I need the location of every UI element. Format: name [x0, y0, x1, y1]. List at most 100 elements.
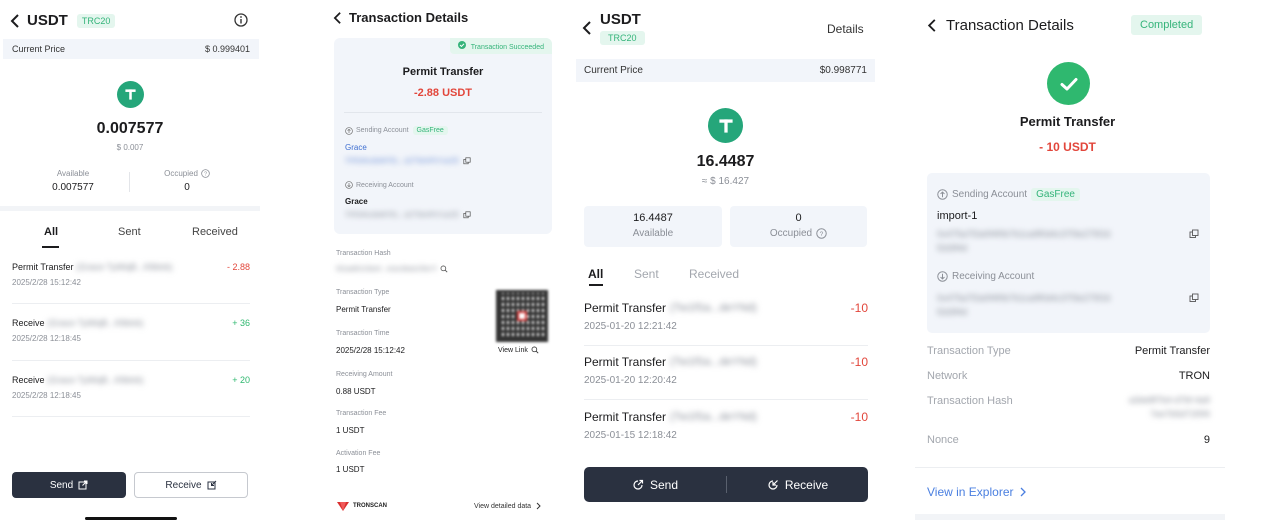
token-balance-usd: ≈ $ 16.427 [701, 176, 750, 187]
tx-title: Permit Transfer [584, 301, 667, 315]
copy-icon[interactable] [463, 211, 471, 219]
sender-address: TPEWfu3bMf7EL...bZT5kHPh7ueZE [345, 157, 471, 165]
tx-date: 2025-01-20 12:20:42 [584, 375, 677, 386]
back-icon[interactable] [582, 20, 592, 36]
copy-icon[interactable] [1189, 293, 1199, 303]
fee-value: 1 USDT [336, 426, 365, 435]
info-icon[interactable] [234, 13, 248, 27]
receiver-address: TPEWfu3bMf7EL...bZT5kHPh7ueZE [345, 211, 471, 219]
send-icon [78, 480, 88, 490]
receive-label: Receive [165, 479, 202, 491]
accounts-card: Sending Account GasFree import-1 0x475a7… [927, 173, 1210, 333]
tx-party: (Tw1fSa...deYNd) [670, 302, 757, 314]
transaction-row[interactable]: Permit Transfer (Grace TpWqB...K8dvb) 20… [12, 262, 250, 302]
receive-button[interactable]: Receive [727, 467, 868, 502]
hash-value-line2[interactable]: 7ee7b5d71f0f4 [1150, 409, 1210, 419]
hash-value: 9f2ad8f103b4f...4cbc9bde2f9e7f [336, 265, 448, 273]
tx-amount: - 10 USDT [1039, 140, 1096, 154]
header: Transaction Details [927, 17, 1074, 34]
receive-icon [768, 479, 778, 490]
sender-name: import-1 [937, 210, 978, 222]
tx-amount: + 36 [232, 318, 250, 328]
available-label: Available [632, 228, 674, 239]
back-icon[interactable] [333, 11, 342, 25]
tronscan-logo[interactable]: TRONSCAN [336, 500, 387, 512]
tx-date: 2025-01-15 12:18:42 [584, 430, 677, 441]
details-link[interactable]: Details [827, 22, 864, 36]
current-price-bar: Current Price $0.998771 [576, 59, 875, 82]
page-title: Transaction Details [349, 10, 469, 25]
tx-date: 2025/2/28 12:18:45 [12, 334, 81, 343]
available-card: 16.4487 Available [584, 206, 722, 247]
transaction-row[interactable]: Receive (Grace TpWqB...K8dvb) 2025/2/28 … [12, 318, 250, 358]
transaction-details-screen-1: Transaction Details Transaction Succeede… [325, 0, 559, 530]
label: Receiving Account [952, 271, 1035, 282]
send-button[interactable]: Send [584, 467, 726, 502]
tab-sent[interactable]: Sent [118, 226, 141, 238]
tab-all[interactable]: All [588, 267, 603, 281]
transaction-row[interactable]: Permit Transfer (Tw1fSa...deYNd) 2025-01… [584, 301, 868, 341]
section-gap [0, 206, 260, 211]
copy-icon[interactable] [463, 157, 471, 165]
chevron-right-icon [536, 502, 541, 510]
transaction-row[interactable]: Receive (Grace TpWqB...K8dvb) 2025/2/28 … [12, 375, 250, 415]
status-text: Transaction Succeeded [470, 44, 544, 51]
occupied-label: Occupied [164, 169, 198, 178]
address: TPEWfu3bMf7EL...bZT5kHPh7ueZE [345, 157, 459, 165]
view-link[interactable]: View Link [498, 346, 539, 354]
tab-received[interactable]: Received [192, 226, 238, 238]
tx-title: Permit Transfer [584, 410, 667, 424]
view-detailed-data-link[interactable]: View detailed data [474, 502, 541, 510]
tx-title: Permit Transfer [12, 262, 74, 272]
view-link-label: View Link [498, 346, 528, 354]
send-button[interactable]: Send [12, 472, 126, 498]
copy-icon[interactable] [1189, 229, 1199, 239]
help-icon[interactable]: ? [201, 169, 210, 178]
receive-label: Receive [784, 477, 829, 492]
send-label: Send [649, 477, 679, 492]
tx-title: Permit Transfer [584, 355, 667, 369]
transaction-row[interactable]: Permit Transfer (Tw1fSa...deYNd) 2025-01… [584, 355, 868, 395]
tab-all[interactable]: All [44, 226, 58, 238]
type-value: Permit Transfer [1134, 345, 1210, 357]
tx-amount: - 2.88 [226, 262, 250, 272]
nonce-label: Nonce [927, 434, 959, 446]
tab-underline [589, 284, 603, 286]
chevron-right-icon [1021, 487, 1027, 497]
occupied-value: 0 [184, 182, 190, 193]
tx-amount: -10 [850, 355, 868, 369]
back-icon[interactable] [10, 13, 20, 29]
receiving-amount-label: Receiving Amount [336, 371, 393, 378]
chain-tag: TRC20 [76, 13, 116, 28]
stat-divider [129, 172, 130, 192]
type-label: Transaction Type [336, 289, 390, 296]
network-label: Network [927, 370, 968, 382]
hash: 9f2ad8f103b4f...4cbc9bde2f9e7f [336, 265, 437, 273]
transaction-details-screen-2: Transaction Details Completed Permit Tra… [915, 0, 1225, 530]
sender-name: Grace [345, 143, 367, 152]
view-in-explorer-link[interactable]: View in Explorer [927, 485, 1027, 499]
type-label: Transaction Type [927, 345, 1011, 357]
hash-value[interactable]: a3de8f7b4-d7bf-4a9 [1129, 395, 1210, 405]
tab-sent[interactable]: Sent [634, 267, 659, 281]
qr-code[interactable] [496, 290, 548, 342]
tx-amount: -10 [850, 410, 868, 424]
receiving-account-label: Receiving Account [937, 271, 1034, 282]
help-icon[interactable]: ? [816, 228, 827, 239]
action-bar: Send Receive [584, 467, 868, 502]
tx-name: Permit Transfer [402, 66, 484, 78]
hash-label: Transaction Hash [336, 250, 391, 257]
back-icon[interactable] [927, 18, 937, 33]
token-balance-usd: $ 0.007 [116, 143, 144, 152]
tether-logo-icon [117, 81, 144, 108]
available-value: 0.007577 [52, 182, 94, 193]
transaction-row[interactable]: Permit Transfer (Tw1fSa...deYNd) 2025-01… [584, 410, 868, 450]
search-icon[interactable] [440, 265, 448, 273]
tx-amount: -10 [850, 301, 868, 315]
page-title: Transaction Details [946, 17, 1074, 34]
receive-button[interactable]: Receive [134, 472, 248, 498]
tab-received[interactable]: Received [689, 267, 739, 281]
home-indicator [85, 517, 177, 520]
tx-party: (Tw1fSa...deYNd) [670, 411, 757, 423]
transaction-card: Transaction Succeeded Permit Transfer -2… [334, 38, 552, 234]
